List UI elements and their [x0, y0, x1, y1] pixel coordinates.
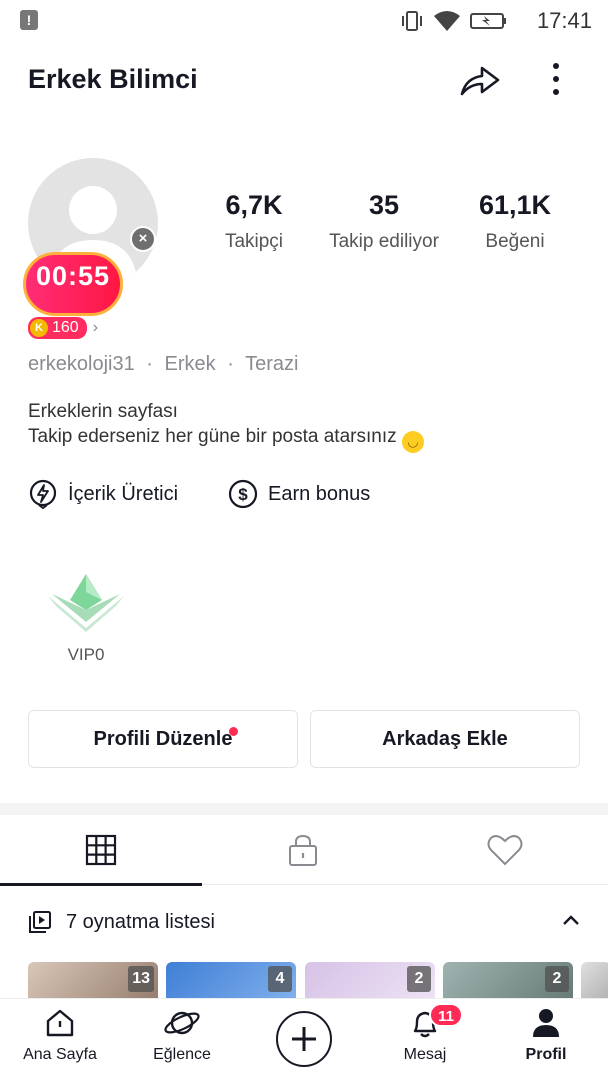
- home-icon: [46, 1009, 74, 1037]
- nav-profile-label: Profil: [525, 1046, 567, 1063]
- thumbnail-count: 2: [407, 966, 431, 992]
- playlist-thumbnail[interactable]: [581, 962, 608, 998]
- followers-count: 6,7K: [225, 190, 283, 220]
- wink-emoji-icon: ◡: [401, 431, 424, 453]
- thumbnail-count: 2: [545, 966, 569, 992]
- section-divider: [0, 803, 608, 815]
- vibrate-icon: [402, 11, 422, 31]
- plus-icon: [292, 1027, 316, 1051]
- tab-liked[interactable]: [404, 815, 606, 885]
- earn-bonus-label: Earn bonus: [268, 482, 371, 505]
- nav-home[interactable]: Ana Sayfa: [10, 1007, 110, 1064]
- bio-line-2-row: Takip ederseniz her güne bir posta atars…: [28, 424, 424, 453]
- content-tabs: [0, 815, 608, 886]
- lightning-icon: [29, 479, 57, 509]
- edit-profile-label: Profili Düzenle: [93, 728, 233, 750]
- svg-text:$: $: [238, 485, 248, 504]
- creator-feature[interactable]: İçerik Üretici: [28, 479, 178, 509]
- followers-label: Takipçi: [224, 231, 284, 252]
- zodiac-sign: Terazi: [245, 353, 299, 375]
- coin-badge: K 160: [28, 317, 87, 339]
- stat-followers[interactable]: 6,7K Takipçi: [212, 190, 296, 253]
- bio-line-2: Takip ederseniz her güne bir posta atars…: [28, 426, 397, 447]
- playlist-thumbnail[interactable]: 13: [28, 962, 158, 998]
- nav-fun[interactable]: Eğlence: [132, 1007, 232, 1064]
- likes-label: Beğeni: [485, 231, 545, 252]
- separator: ·: [227, 353, 234, 375]
- add-friend-label: Arkadaş Ekle: [382, 728, 508, 750]
- playlist-thumbnail[interactable]: 4: [166, 962, 296, 998]
- following-label: Takip ediliyor: [329, 231, 439, 252]
- live-timer-text: 00:55: [35, 261, 111, 291]
- separator: ·: [146, 353, 153, 375]
- dollar-icon: $: [228, 479, 258, 509]
- add-friend-button[interactable]: Arkadaş Ekle: [310, 710, 580, 768]
- messages-badge: 11: [429, 1003, 463, 1027]
- more-vertical-icon: [553, 63, 559, 95]
- profile-meta: erkekoloji31 · Erkek · Terazi: [28, 353, 298, 376]
- status-bar: ! 17:41: [0, 0, 608, 44]
- bottom-navigation: Ana Sayfa Eğlence 11 Mesaj Profil: [0, 998, 608, 1080]
- wifi-icon: [434, 11, 460, 31]
- playlist-thumbnail[interactable]: 2: [305, 962, 435, 998]
- tab-videos[interactable]: [0, 815, 202, 886]
- thumbnail-count: 4: [268, 966, 292, 992]
- profile-icon: [533, 1009, 559, 1037]
- share-button[interactable]: [458, 60, 502, 100]
- nav-home-label: Ana Sayfa: [23, 1046, 97, 1063]
- nav-messages-label: Mesaj: [403, 1046, 447, 1063]
- page-title: Erkek Bilimci: [28, 64, 198, 94]
- nav-profile[interactable]: Profil: [496, 1007, 596, 1064]
- likes-count: 61,1K: [478, 190, 552, 220]
- playlist-row[interactable]: 7 oynatma listesi: [28, 905, 588, 939]
- edit-profile-button[interactable]: Profili Düzenle: [28, 710, 298, 768]
- planet-icon: [164, 1011, 200, 1035]
- earn-bonus-feature[interactable]: $ Earn bonus: [228, 479, 370, 509]
- coin-icon: K: [30, 319, 48, 337]
- playlist-label: 7 oynatma listesi: [66, 910, 215, 933]
- alert-icon: !: [20, 10, 38, 30]
- lock-icon: [289, 834, 317, 866]
- vip-crystal-icon: [48, 574, 124, 632]
- nav-fun-label: Eğlence: [153, 1046, 211, 1063]
- tab-private[interactable]: [202, 815, 404, 885]
- status-time: 17:41: [536, 8, 592, 33]
- notification-dot: [229, 727, 238, 736]
- playlist-icon: [29, 911, 51, 933]
- nav-messages[interactable]: 11 Mesaj: [375, 1003, 475, 1064]
- create-button[interactable]: [276, 1011, 332, 1067]
- bio: Erkeklerin sayfası Takip ederseniz her g…: [28, 399, 424, 453]
- following-count: 35: [368, 190, 400, 220]
- active-tab-indicator: [0, 883, 202, 886]
- stat-following[interactable]: 35 Takip ediliyor: [318, 190, 450, 253]
- username: erkekoloji31: [28, 353, 135, 375]
- chevron-right-icon: ›: [92, 319, 99, 336]
- chevron-up-icon[interactable]: [560, 909, 582, 931]
- share-icon: [460, 66, 500, 96]
- thumbnail-count: 13: [128, 966, 154, 992]
- vip-label: VIP0: [67, 645, 105, 664]
- vip-badge[interactable]: VIP0: [44, 570, 128, 665]
- creator-label: İçerik Üretici: [68, 482, 179, 505]
- playlist-thumbnail[interactable]: 2: [443, 962, 573, 998]
- status-icons: [400, 10, 508, 32]
- coin-count: 160: [52, 319, 79, 336]
- grid-icon: [85, 834, 117, 866]
- stat-likes[interactable]: 61,1K Beğeni: [470, 190, 560, 253]
- remove-avatar-button[interactable]: ×: [130, 226, 156, 252]
- live-timer-badge[interactable]: 00:55: [23, 252, 123, 316]
- heart-icon: [487, 835, 523, 866]
- gender: Erkek: [164, 353, 216, 375]
- more-options-button[interactable]: [540, 58, 572, 102]
- playlist-thumbnails: 13 4 2 2: [28, 962, 608, 998]
- battery-icon: [470, 13, 506, 29]
- bio-line-1: Erkeklerin sayfası: [28, 401, 178, 422]
- coin-row[interactable]: K 160 ›: [28, 317, 98, 339]
